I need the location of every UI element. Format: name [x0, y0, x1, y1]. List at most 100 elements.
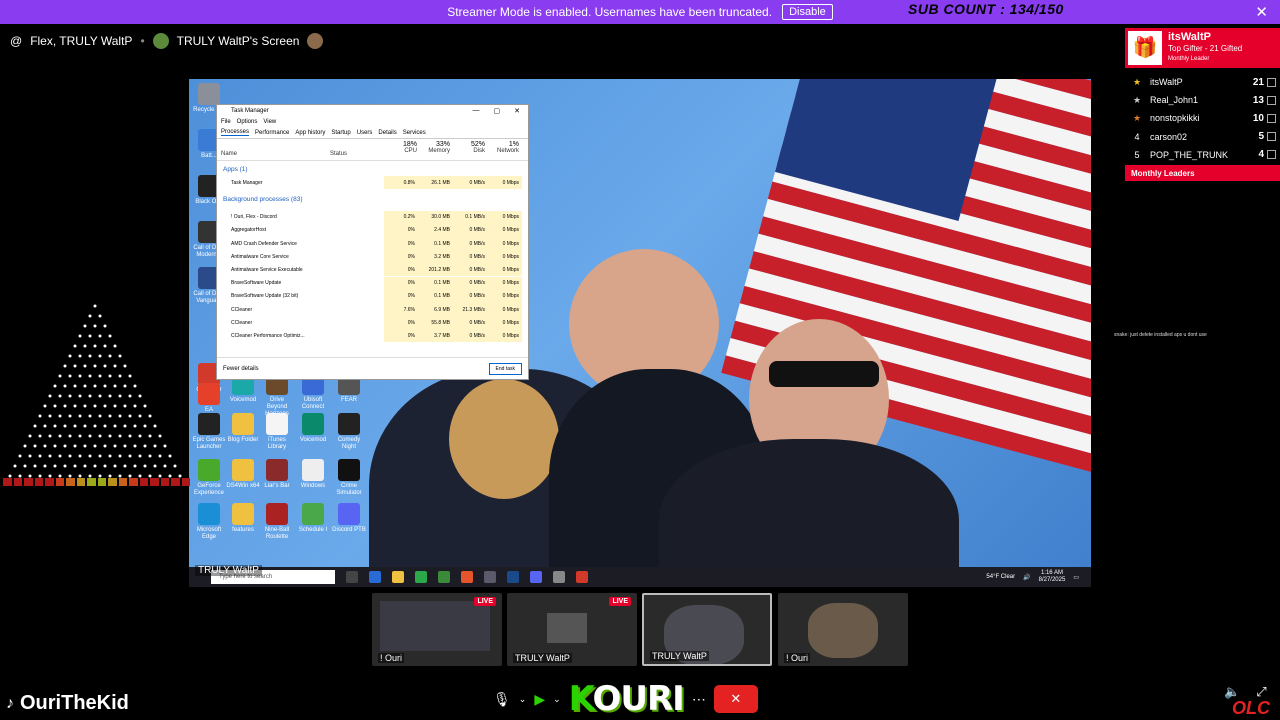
channel-name[interactable]: Flex, TRULY WaltP: [30, 34, 132, 48]
process-row[interactable]: Antimalware Core Service 0% 3.2 MB 0 MB/s 0 …: [217, 250, 522, 264]
desktop-icon[interactable]: EA: [192, 383, 226, 414]
desktop-icon[interactable]: Blog Folder: [226, 413, 260, 444]
folder-icon[interactable]: [392, 571, 404, 583]
avatar: [152, 33, 169, 49]
col-status[interactable]: Status: [330, 151, 347, 157]
process-group-header[interactable]: Background processes (83): [217, 193, 522, 206]
maximize-icon[interactable]: ▢: [494, 107, 501, 115]
more-options-icon[interactable]: ⋯: [692, 685, 706, 713]
desktop-icon[interactable]: Windows: [296, 459, 330, 490]
desktop-icon[interactable]: GeForce Experience: [192, 459, 226, 497]
chevron-down-icon[interactable]: ⌄: [553, 685, 561, 713]
tab-details[interactable]: Details: [378, 130, 396, 136]
col-memory[interactable]: 33% Memory: [420, 141, 450, 154]
weather-widget[interactable]: 54°F Clear: [986, 574, 1015, 580]
clock[interactable]: 1:16 AM 8/27/2025: [1039, 570, 1066, 584]
participant-tile[interactable]: ! Ouri: [778, 593, 908, 666]
menu-view[interactable]: View: [263, 119, 276, 125]
process-row[interactable]: AggregatorHost 0% 2.4 MB 0 MB/s 0 Mbps: [217, 223, 522, 237]
process-row[interactable]: BraveSoftware Update (32 bit) 0% 0.1 MB 0 M…: [217, 289, 522, 303]
gift-icon: [1267, 132, 1276, 142]
desktop-icon[interactable]: Liar's Bar: [260, 459, 294, 490]
tab-users[interactable]: Users: [357, 130, 373, 136]
overlay-dot: [93, 464, 97, 468]
leader-count: 10: [1252, 112, 1264, 124]
disable-streamer-mode-button[interactable]: Disable: [782, 4, 833, 20]
camera-icon[interactable]: ▶: [534, 685, 545, 713]
task-view-icon[interactable]: [346, 571, 358, 583]
participant-tile[interactable]: TRULY WaltP: [642, 593, 772, 666]
desktop-icon[interactable]: Discord PTB: [332, 503, 366, 534]
process-row[interactable]: Antimalware Service Executable 0% 201.2 MB…: [217, 263, 522, 277]
task-manager-window[interactable]: Task Manager — ▢ ✕ File Options View Pro…: [216, 104, 529, 380]
end-task-button[interactable]: End task: [488, 362, 522, 375]
fewer-details-link[interactable]: Fewer details: [223, 366, 259, 372]
tab-app-history[interactable]: App history: [295, 130, 325, 136]
menu-options[interactable]: Options: [237, 119, 258, 125]
process-row[interactable]: Task Manager 0.8% 26.1 MB 0 MB/s 0 Mbps: [217, 176, 522, 190]
col-cpu[interactable]: 18% CPU: [387, 141, 417, 154]
ccleaner-icon[interactable]: [576, 571, 588, 583]
overlay-dot: [33, 424, 37, 428]
brave-icon[interactable]: [461, 571, 473, 583]
col-name[interactable]: Name: [221, 151, 237, 157]
desktop-icon[interactable]: Voicemod: [296, 413, 330, 444]
tab-services[interactable]: Services: [403, 130, 426, 136]
screen-owner-label: TRULY WaltP: [195, 565, 262, 576]
edge-icon[interactable]: [369, 571, 381, 583]
app-icon: [198, 459, 220, 481]
task-manager-icon[interactable]: [553, 571, 565, 583]
memory-value: 30.0 MB: [431, 214, 450, 221]
process-row[interactable]: CCleaner Performance Optimiz... 0% 3.7 MB 0…: [217, 329, 522, 343]
process-row[interactable]: ! Ouri, Flex - Discord 0.2% 30.0 MB 0.1 MB/…: [217, 210, 522, 224]
col-disk[interactable]: 52% Disk: [455, 141, 485, 154]
process-row[interactable]: CCleaner 0% 55.8 MB 0 MB/s 0 Mbps: [217, 316, 522, 330]
process-list[interactable]: Apps (1) Task Manager 0.8% 26.1 MB 0 MB/s 0 M…: [217, 161, 528, 343]
process-row[interactable]: BraveSoftware Update 0% 0.1 MB 0 MB/s 0 Mbps: [217, 276, 522, 290]
desktop-icon[interactable]: Nine-Ball Roulette: [260, 503, 294, 541]
app-icon[interactable]: [484, 571, 496, 583]
microphone-icon[interactable]: 🎙: [493, 685, 511, 713]
volume-icon[interactable]: 🔊: [1023, 574, 1030, 581]
close-icon[interactable]: ✕: [514, 107, 520, 115]
desktop-icon[interactable]: Crime Simulator: [332, 459, 366, 497]
overlay-dot: [138, 454, 142, 458]
overlay-dot: [33, 444, 37, 448]
leader-count: 13: [1252, 94, 1264, 106]
leader-name: nonstopkikki: [1150, 113, 1200, 124]
menu-file[interactable]: File: [221, 119, 231, 125]
participant-tile[interactable]: LIVE ! Ouri: [372, 593, 502, 666]
desktop-icon[interactable]: Comedy Night: [332, 413, 366, 451]
process-row[interactable]: AMD Crash Defender Service 0% 0.1 MB 0 MB/s…: [217, 237, 522, 250]
overlay-dot: [78, 414, 82, 418]
leave-call-button[interactable]: ✕: [713, 685, 758, 713]
desktop-icon[interactable]: iTunes Library: [260, 413, 294, 451]
chevron-down-icon[interactable]: ⌄: [519, 685, 527, 713]
desktop-icon[interactable]: Epic Games Launcher: [192, 413, 226, 451]
desktop-icon[interactable]: Schedule I: [296, 503, 330, 534]
overlay-dot: [88, 314, 92, 318]
desktop-icon[interactable]: Microsoft Edge: [192, 503, 226, 541]
overlay-dot: [88, 414, 92, 418]
store-icon[interactable]: [415, 571, 427, 583]
notification-icon[interactable]: ▭: [1073, 574, 1079, 581]
participant-tile[interactable]: LIVE TRULY WaltP: [507, 593, 637, 666]
color-bar-segment: [24, 478, 33, 486]
desktop-icon[interactable]: features: [226, 503, 260, 534]
process-row[interactable]: CCleaner 7.6% 6.9 MB 21.3 MB/s 0 Mbps: [217, 303, 522, 316]
close-icon[interactable]: ✕: [1255, 3, 1268, 21]
overlay-dot: [103, 404, 107, 408]
discord-icon[interactable]: [530, 571, 542, 583]
minimize-icon[interactable]: —: [473, 107, 480, 115]
overlay-dot: [113, 384, 117, 388]
col-network[interactable]: 1% Network: [489, 141, 519, 154]
tab-processes[interactable]: Processes: [221, 129, 250, 136]
process-group-header[interactable]: Apps (1): [217, 163, 522, 176]
xbox-icon[interactable]: [438, 571, 450, 583]
tab-performance[interactable]: Performance: [255, 130, 289, 136]
tab-startup[interactable]: Startup: [331, 130, 350, 136]
desktop-icon[interactable]: DS4Win x64: [226, 459, 260, 490]
menu-bar: File Options View: [217, 117, 528, 127]
steam-icon[interactable]: [507, 571, 519, 583]
network-value: 0 Mbps: [502, 240, 519, 247]
